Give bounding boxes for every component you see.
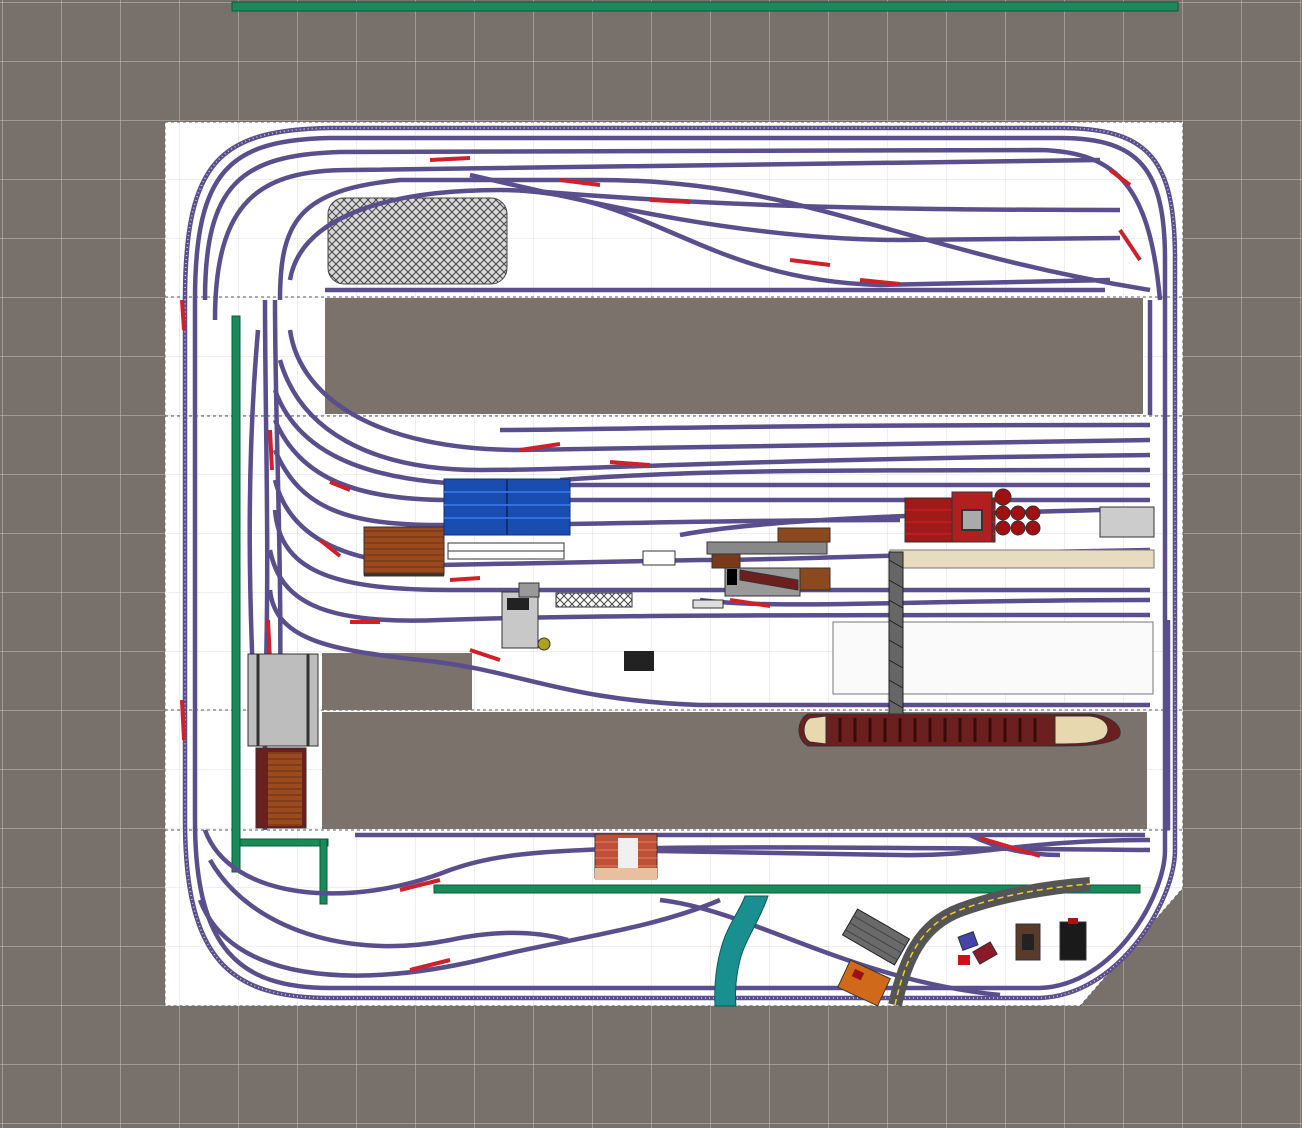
cargo-ship: [798, 713, 1121, 747]
warehouse-blue: [443, 478, 571, 560]
factory-red: [904, 491, 996, 543]
freight-shed-brown: [363, 526, 445, 577]
gantry-crane: [888, 551, 904, 715]
layout-plan-canvas: [0, 0, 1302, 1128]
station-building: [594, 833, 658, 880]
shed-grey: [1099, 506, 1155, 538]
